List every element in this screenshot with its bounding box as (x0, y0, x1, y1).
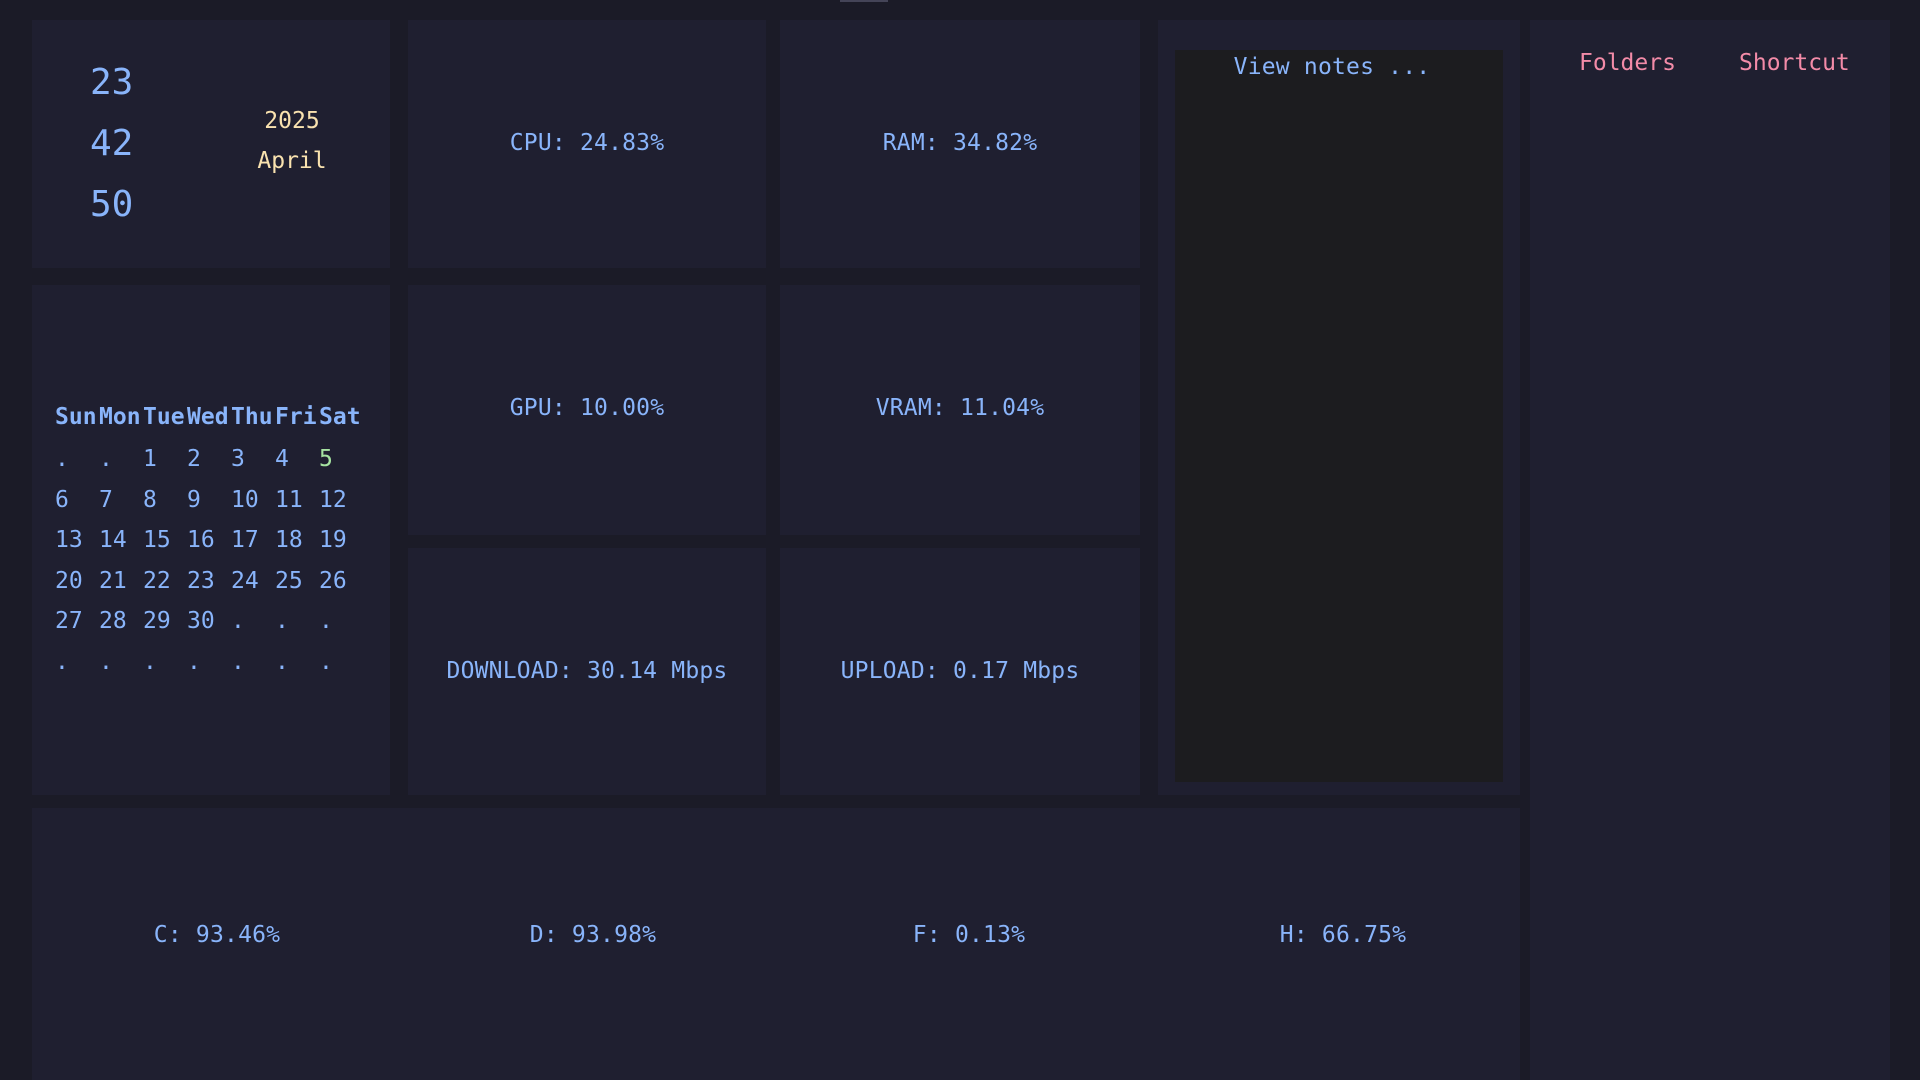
date-year: 2025 (264, 108, 320, 134)
clock-minutes: 42 (90, 123, 134, 164)
calendar-day[interactable]: 19 (319, 525, 363, 566)
cpu-usage: CPU: 24.83% (509, 130, 665, 156)
upload-speed: UPLOAD: 0.17 Mbps (840, 658, 1080, 684)
calendar-day[interactable]: 11 (275, 485, 319, 526)
calendar-day[interactable]: 30 (187, 606, 231, 647)
drive-d-usage: D: 93.98% (529, 922, 657, 948)
calendar-day: . (319, 608, 333, 634)
gpu-panel: GPU: 10.00% (408, 285, 766, 535)
calendar-week-row: ....... (55, 647, 363, 688)
calendar-day[interactable]: 24 (231, 566, 275, 607)
calendar-week-row: 20 21 22 23 24 25 26 (55, 566, 363, 607)
calendar-day: . (231, 608, 245, 634)
calendar-day[interactable]: 6 (55, 485, 99, 526)
calendar-day[interactable]: 28 (99, 606, 143, 647)
calendar-day[interactable]: 21 (99, 566, 143, 607)
calendar-day[interactable]: 23 (187, 566, 231, 607)
clock-panel: 23 42 50 2025 April (32, 20, 390, 268)
ram-usage: RAM: 34.82% (882, 130, 1038, 156)
calendar-day[interactable]: 3 (231, 444, 275, 485)
weekday-label: Fri (275, 404, 317, 430)
calendar-day: . (143, 648, 157, 675)
calendar-day[interactable]: 10 (231, 485, 275, 526)
calendar-day[interactable]: 16 (187, 525, 231, 566)
ram-panel: RAM: 34.82% (780, 20, 1140, 268)
calendar-day[interactable]: 29 (143, 606, 187, 647)
calendar-day[interactable]: 12 (319, 485, 363, 526)
calendar-week-row: 6 7 8 9 10 11 12 (55, 485, 363, 526)
calendar-day: . (55, 446, 69, 472)
calendar-day[interactable]: 4 (275, 444, 319, 485)
weekday-label: Sun (55, 404, 97, 430)
calendar-day[interactable]: 8 (143, 485, 187, 526)
calendar-day[interactable]: 22 (143, 566, 187, 607)
gpu-usage: GPU: 10.00% (509, 395, 665, 421)
drive-c-usage: C: 93.46% (153, 922, 281, 948)
calendar-day: . (187, 648, 201, 675)
view-notes-link[interactable]: View notes ... (1158, 54, 1506, 80)
calendar-week-row: .. 12345 (55, 444, 363, 485)
calendar-day[interactable]: 18 (275, 525, 319, 566)
top-notch (840, 0, 888, 2)
weekday-label: Thu (231, 404, 273, 430)
vram-panel: VRAM: 11.04% (780, 285, 1140, 535)
drive-f-usage: F: 0.13% (912, 922, 1026, 948)
calendar-day: . (275, 608, 289, 634)
vram-usage: VRAM: 11.04% (875, 395, 1045, 421)
calendar-day: . (275, 648, 289, 675)
calendar-week-row: 13 14 15 16 17 18 19 (55, 525, 363, 566)
download-speed: DOWNLOAD: 30.14 Mbps (446, 658, 728, 684)
calendar-day: . (99, 648, 113, 675)
shortcut-link[interactable]: Shortcut (1739, 50, 1850, 76)
weekday-label: Sat (319, 404, 361, 430)
clock-hours: 23 (90, 62, 134, 103)
weekday-label: Mon (99, 404, 141, 430)
calendar-day: . (55, 648, 69, 675)
calendar-day[interactable]: 5 (319, 444, 363, 485)
calendar-day[interactable]: 13 (55, 525, 99, 566)
drives-panel: C: 93.46% D: 93.98% F: 0.13% H: 66.75% (32, 808, 1520, 1080)
calendar-day[interactable]: 9 (187, 485, 231, 526)
cpu-panel: CPU: 24.83% (408, 20, 766, 268)
calendar-day[interactable]: 7 (99, 485, 143, 526)
calendar-day[interactable]: 14 (99, 525, 143, 566)
calendar-day[interactable]: 25 (275, 566, 319, 607)
calendar-day[interactable]: 2 (187, 444, 231, 485)
calendar-grid: .. 1 2 3 4 5 6 7 8 9 10 11 12 13 14 15 16 17 18 19 20 21 22 23 2… (55, 444, 363, 687)
calendar-day: . (99, 446, 113, 472)
clock-seconds: 50 (90, 184, 134, 225)
download-panel: DOWNLOAD: 30.14 Mbps (408, 548, 766, 795)
calendar-day[interactable]: 20 (55, 566, 99, 607)
dashboard: 23 42 50 2025 April CPU: 24.83% RAM: 34.… (0, 0, 1920, 1080)
calendar-day[interactable]: 15 (143, 525, 187, 566)
weekday-label: Wed (187, 404, 229, 430)
links-panel (1530, 20, 1890, 1080)
folders-link[interactable]: Folders (1579, 50, 1676, 76)
calendar-day[interactable]: 17 (231, 525, 275, 566)
date-month: April (257, 148, 327, 174)
calendar-day[interactable]: 1 (143, 444, 187, 485)
upload-panel: UPLOAD: 0.17 Mbps (780, 548, 1140, 795)
calendar-day[interactable]: 27 (55, 606, 99, 647)
calendar-day[interactable]: 26 (319, 566, 363, 607)
notes-area[interactable] (1175, 50, 1503, 782)
calendar-day: . (319, 648, 333, 675)
calendar-weekday-header: Sun Mon Tue Wed Thu Fri Sat (55, 404, 363, 430)
calendar-day: . (231, 648, 245, 675)
drive-h-usage: H: 66.75% (1279, 922, 1407, 948)
calendar-week-row: 27 28 29 30... (55, 606, 363, 647)
weekday-label: Tue (143, 404, 185, 430)
